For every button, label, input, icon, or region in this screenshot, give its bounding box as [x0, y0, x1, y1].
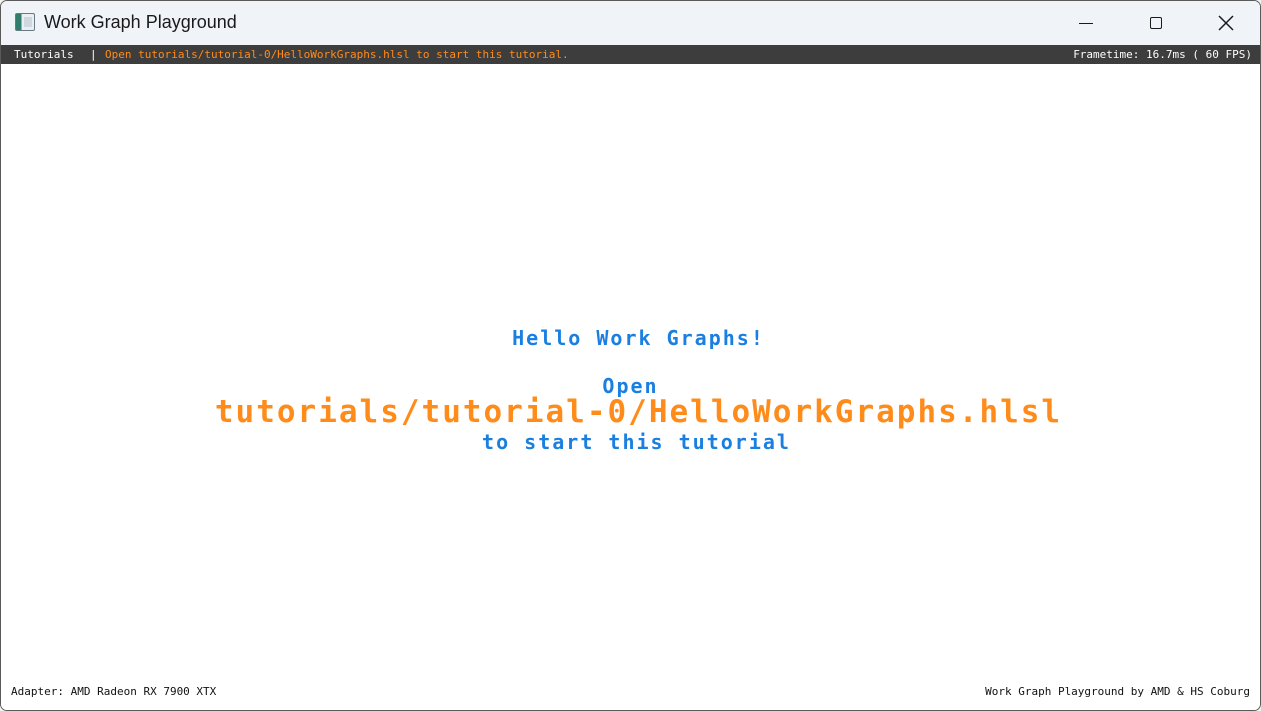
menu-tutorials[interactable]: Tutorials	[14, 45, 74, 64]
app-window-icon	[15, 13, 35, 31]
canvas-file-path: tutorials/tutorial-0/HelloWorkGraphs.hls…	[214, 394, 1063, 430]
canvas-instruction: to start this tutorial	[482, 430, 791, 454]
credits-text: Work Graph Playground by AMD & HS Coburg	[985, 685, 1250, 698]
canvas-heading: Hello Work Graphs!	[512, 326, 765, 350]
render-canvas[interactable]: Hello Work Graphs! Open tutorials/tutori…	[1, 64, 1260, 710]
tutorial-hint: Open tutorials/tutorial-0/HelloWorkGraph…	[105, 48, 569, 61]
window-title: Work Graph Playground	[44, 12, 237, 32]
frametime-readout: Frametime: 16.7ms ( 60 FPS)	[1073, 48, 1252, 61]
minimize-icon	[1079, 22, 1093, 24]
close-button[interactable]	[1191, 1, 1260, 45]
close-icon	[1218, 15, 1234, 31]
title-bar[interactable]: Work Graph Playground	[1, 1, 1260, 45]
app-window: Work Graph Playground Tutorials | Open t…	[0, 0, 1261, 711]
maximize-icon	[1150, 17, 1162, 29]
menu-separator: |	[90, 48, 97, 61]
adapter-info: Adapter: AMD Radeon RX 7900 XTX	[11, 685, 217, 698]
minimize-button[interactable]	[1051, 1, 1121, 45]
maximize-button[interactable]	[1121, 1, 1191, 45]
menu-bar: Tutorials | Open tutorials/tutorial-0/He…	[1, 45, 1260, 64]
